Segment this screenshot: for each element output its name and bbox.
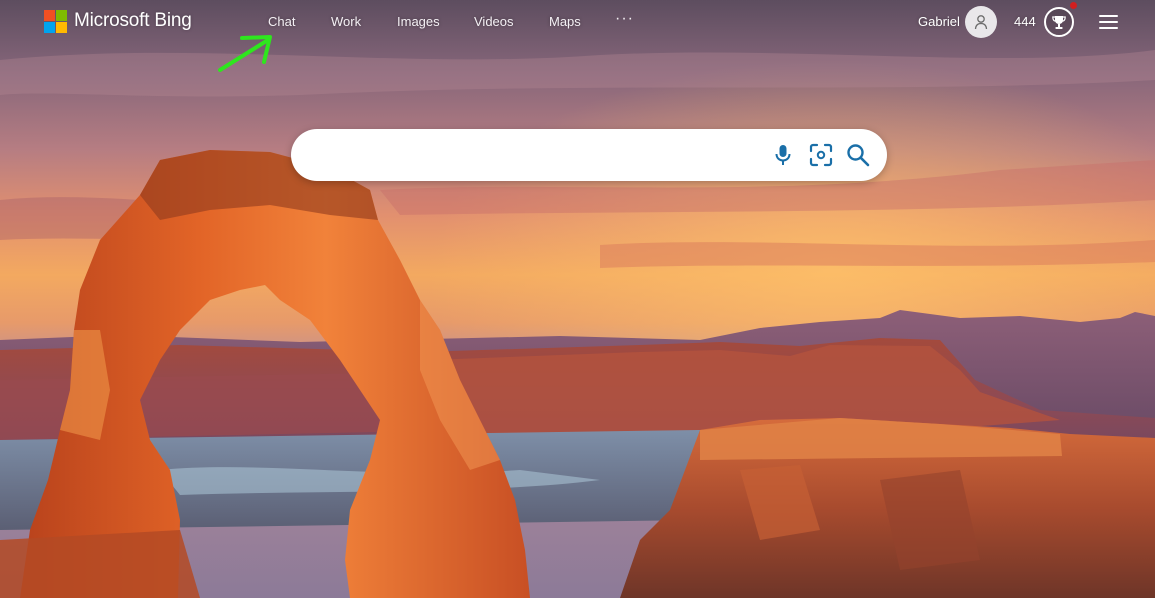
background-image: [0, 0, 1155, 598]
user-name[interactable]: Gabriel: [918, 14, 960, 29]
nav-images[interactable]: Images: [397, 14, 440, 29]
microsoft-logo-icon: [44, 9, 67, 33]
search-box: [291, 129, 887, 183]
menu-line-icon: [1099, 21, 1118, 23]
user-avatar[interactable]: [965, 6, 997, 38]
nav-more-button[interactable]: ···: [615, 10, 634, 28]
nav-chat[interactable]: Chat: [268, 14, 295, 29]
logo-square-yellow: [56, 21, 67, 33]
nav-work[interactable]: Work: [331, 14, 361, 29]
logo-square-blue: [44, 21, 55, 33]
nav-videos[interactable]: Videos: [474, 14, 514, 29]
hamburger-menu-button[interactable]: [1098, 13, 1120, 31]
rewards-button[interactable]: [1044, 7, 1074, 37]
nav-maps[interactable]: Maps: [549, 14, 581, 29]
top-header: Microsoft Bing Chat Work Images Videos M…: [0, 0, 1155, 72]
bing-homepage: Microsoft Bing Chat Work Images Videos M…: [0, 0, 1155, 598]
bing-logo[interactable]: Microsoft Bing: [44, 9, 192, 33]
search-input[interactable]: [313, 129, 767, 183]
trophy-icon: [1052, 16, 1066, 29]
logo-square-green: [56, 9, 67, 21]
logo-square-red: [44, 9, 55, 21]
notification-dot: [1070, 2, 1077, 9]
rewards-points[interactable]: 444: [1014, 14, 1036, 29]
brand-name: Microsoft Bing: [74, 10, 192, 31]
person-icon: [974, 15, 988, 30]
annotation-arrow-icon: [218, 35, 272, 72]
search-icon[interactable]: [845, 142, 871, 168]
menu-line-icon: [1099, 27, 1118, 29]
menu-line-icon: [1099, 15, 1118, 17]
microphone-icon[interactable]: [770, 142, 796, 168]
visual-search-icon[interactable]: [808, 142, 834, 168]
